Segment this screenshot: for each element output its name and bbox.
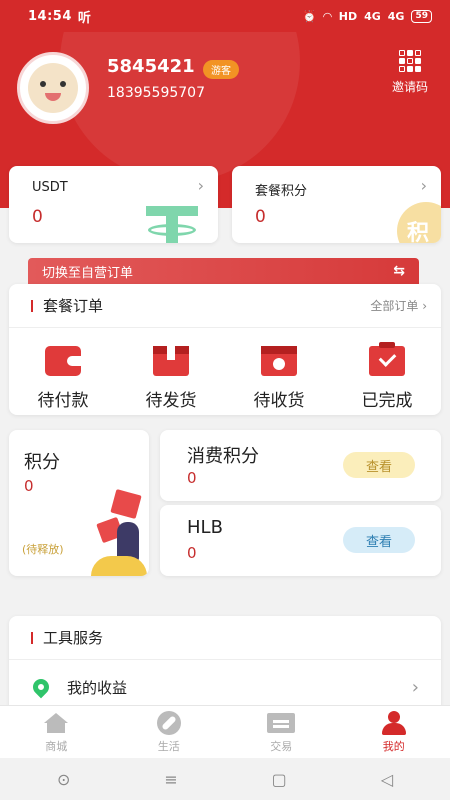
nav-mine[interactable]: 我的 <box>338 706 450 758</box>
package-points-label: 套餐积分 <box>255 184 308 199</box>
points-note: (待释放) <box>22 543 64 556</box>
consumption-points-title: 消费积分 <box>187 446 259 467</box>
qr-code-icon <box>399 50 421 72</box>
nav-label: 交易 <box>270 739 293 753</box>
assistant-icon[interactable]: ⊙ <box>57 770 70 789</box>
points-coin-icon: 积 <box>397 202 441 243</box>
usdt-card[interactable]: USDT › 0 <box>9 166 218 243</box>
nav-mall[interactable]: 商城 <box>0 706 113 758</box>
box-icon <box>153 346 189 376</box>
alarm-icon: ⏰ <box>302 9 317 23</box>
view-hlb-button[interactable]: 查看 <box>343 527 415 553</box>
nav-life[interactable]: 生活 <box>113 706 226 758</box>
order-status-list: 待付款 待发货 待收货 已完成 <box>9 328 441 411</box>
section-marker <box>31 631 33 644</box>
invite-code-button[interactable]: 邀请码 <box>388 50 432 95</box>
usdt-label: USDT <box>32 180 68 195</box>
package-points-card[interactable]: 套餐积分 › 0 积 <box>232 166 441 243</box>
signal-1: 4G <box>364 9 381 23</box>
home-icon <box>43 712 69 733</box>
back-icon[interactable]: ◁ <box>381 770 393 789</box>
consumption-points-value: 0 <box>187 469 197 487</box>
section-marker <box>31 299 33 312</box>
package-points-value: 0 <box>255 207 266 227</box>
chevron-right-icon: › <box>411 676 419 698</box>
tether-logo-icon <box>146 206 198 243</box>
order-status-label: 已完成 <box>361 391 413 411</box>
package-orders-card: 套餐订单 全部订单 › 待付款 待发货 待收货 已完成 <box>9 284 441 415</box>
chevron-right-icon: › <box>420 176 427 195</box>
battery-icon: 59 <box>411 9 432 23</box>
my-earnings-label: 我的收益 <box>67 678 128 697</box>
status-bar: 14:54 听 ⏰ ◠ HD 4G 4G 59 <box>0 0 450 32</box>
consumption-points-card: 消费积分 0 查看 <box>160 430 441 501</box>
menu-icon[interactable]: ≡ <box>164 770 177 789</box>
all-orders-link[interactable]: 全部订单 › <box>370 297 427 314</box>
switch-to-self-orders-button[interactable]: 切换至自营订单 ⇆ <box>28 258 419 284</box>
phone-number: 18395595707 <box>107 85 205 101</box>
orders-section-header: 套餐订单 全部订单 › <box>9 284 441 328</box>
points-value: 0 <box>24 477 34 495</box>
invite-code-label: 邀请码 <box>391 80 428 94</box>
avatar-face-icon <box>28 63 78 113</box>
tool-services-card: 工具服务 我的收益 › <box>9 616 441 716</box>
username: 5845421 <box>107 56 195 77</box>
shop-icon <box>267 712 296 733</box>
hlb-title: HLB <box>187 517 223 538</box>
network-label: HD <box>338 9 358 23</box>
status-indicators: ⏰ ◠ HD 4G 4G 59 <box>302 9 432 23</box>
tools-section-header: 工具服务 <box>9 616 441 660</box>
nav-label: 生活 <box>157 739 180 753</box>
orders-title: 套餐订单 <box>43 297 104 315</box>
switch-banner-label: 切换至自营订单 <box>42 265 134 281</box>
guest-badge: 游客 <box>203 60 239 79</box>
order-status-label: 待收货 <box>253 391 305 411</box>
usdt-value: 0 <box>32 207 43 227</box>
user-icon <box>381 710 407 735</box>
tools-title: 工具服务 <box>43 629 104 647</box>
order-status-label: 待发货 <box>145 391 197 411</box>
red-envelope-illustration-icon <box>89 489 149 576</box>
hlb-card: HLB 0 查看 <box>160 505 441 576</box>
bottom-nav: 商城 生活 交易 我的 <box>0 705 450 758</box>
done-icon <box>369 342 405 376</box>
wallet-icon <box>45 346 81 376</box>
signal-2: 4G <box>387 9 405 23</box>
avatar[interactable] <box>17 52 89 124</box>
nav-label: 我的 <box>382 739 405 753</box>
points-card[interactable]: 积分 0 (待释放) <box>9 430 149 576</box>
status-time: 14:54 <box>28 8 72 24</box>
chevron-right-icon: › <box>197 176 204 195</box>
order-status-pending-shipment[interactable]: 待发货 <box>117 328 225 411</box>
clock-icon <box>261 346 297 376</box>
system-nav-bar: ⊙ ≡ ▢ ◁ <box>0 758 450 800</box>
home-square-icon[interactable]: ▢ <box>272 770 287 789</box>
status-carrier: 听 <box>77 10 91 26</box>
compass-icon <box>156 710 181 735</box>
order-status-completed[interactable]: 已完成 <box>333 328 441 411</box>
view-consumption-points-button[interactable]: 查看 <box>343 452 415 478</box>
points-title: 积分 <box>24 452 60 473</box>
header-decoration <box>60 32 300 182</box>
order-status-pending-payment[interactable]: 待付款 <box>9 328 117 411</box>
nav-label: 商城 <box>45 739 68 753</box>
order-status-pending-receipt[interactable]: 待收货 <box>225 328 333 411</box>
swap-icon: ⇆ <box>393 263 405 279</box>
wifi-icon: ◠ <box>323 9 332 23</box>
order-status-label: 待付款 <box>37 391 89 411</box>
hlb-value: 0 <box>187 544 197 562</box>
nav-trade[interactable]: 交易 <box>225 706 338 758</box>
location-pin-icon <box>29 675 53 699</box>
